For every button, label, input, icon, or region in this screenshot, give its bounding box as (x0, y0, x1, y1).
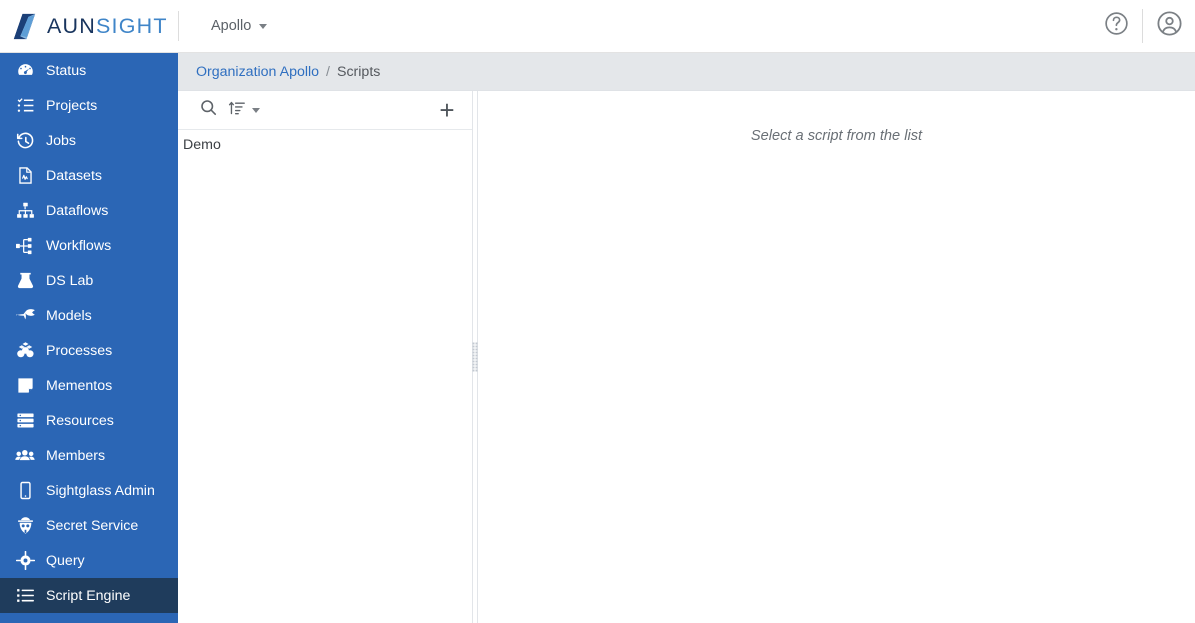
split-panes: + Demo Select a script from the list (178, 91, 1195, 623)
sidebar-item-label: Processes (46, 342, 113, 359)
sidebar-item-label: Models (46, 307, 92, 324)
sidebar-item-ds-lab[interactable]: DS Lab (0, 263, 178, 298)
sidebar-item-label: Dataflows (46, 202, 109, 219)
search-button[interactable] (195, 96, 221, 124)
sidebar-item-label: Mementos (46, 377, 113, 394)
sidebar-item-sightglass-admin[interactable]: Sightglass Admin (0, 473, 178, 508)
script-list-pane: + Demo (178, 91, 473, 623)
speedometer-icon (13, 61, 37, 81)
brand-logo[interactable]: AUN SIGHT (0, 0, 178, 53)
sidebar-item-label: Status (46, 62, 87, 79)
app-body: Status Projects Jobs Datasets Dataflows … (0, 53, 1195, 623)
aunsight-diamond-logo-icon (9, 11, 40, 42)
sidebar-item-projects[interactable]: Projects (0, 88, 178, 123)
organization-selector[interactable]: Apollo (199, 12, 279, 40)
breadcrumb: Organization Apollo / Scripts (178, 53, 1195, 91)
script-detail-pane: Select a script from the list (478, 91, 1195, 623)
sidebar-item-query[interactable]: Query (0, 543, 178, 578)
sticky-note-icon (13, 376, 37, 396)
pane-resize-handle[interactable] (472, 91, 478, 623)
brand-name-primary: AUN (47, 13, 96, 38)
sidebar-item-jobs[interactable]: Jobs (0, 123, 178, 158)
sort-ascending-icon (228, 99, 246, 122)
users-group-icon (13, 446, 37, 466)
sidebar-item-script-engine[interactable]: Script Engine (0, 578, 178, 613)
chevron-down-icon (252, 107, 260, 113)
cubes-icon (13, 341, 37, 361)
sidebar-item-processes[interactable]: Processes (0, 333, 178, 368)
add-script-button[interactable]: + (435, 96, 459, 124)
content-region: Organization Apollo / Scripts + Demo Sel… (178, 53, 1195, 623)
sidebar-item-models[interactable]: Models (0, 298, 178, 333)
sidebar-item-label: Projects (46, 97, 98, 114)
account-button[interactable] (1143, 0, 1195, 53)
help-button[interactable] (1090, 0, 1142, 53)
top-header-bar: AUN SIGHT Apollo (0, 0, 1195, 53)
list-item[interactable]: Demo (178, 130, 472, 160)
sidebar-item-datasets[interactable]: Datasets (0, 158, 178, 193)
plus-icon: + (439, 95, 455, 125)
brand-wordmark: AUN SIGHT (47, 14, 168, 39)
resize-grip-dots (472, 342, 478, 372)
help-circle-icon (1103, 10, 1130, 42)
empty-state-message: Select a script from the list (750, 128, 923, 144)
sitemap-icon (13, 201, 37, 221)
list-lines-icon (13, 586, 37, 606)
sidebar-item-label: Secret Service (46, 517, 139, 534)
document-chart-icon (13, 166, 37, 186)
list-item-label: Demo (183, 137, 221, 153)
crosshair-icon (13, 551, 37, 571)
sidebar-item-label: DS Lab (46, 272, 94, 289)
main-sidebar: Status Projects Jobs Datasets Dataflows … (0, 53, 178, 623)
sidebar-item-workflows[interactable]: Workflows (0, 228, 178, 263)
sidebar-filler (0, 613, 178, 623)
breadcrumb-link-organization[interactable]: Organization Apollo (196, 64, 319, 80)
nodes-branch-icon (16, 237, 32, 254)
sidebar-item-label: Script Engine (46, 587, 131, 604)
sidebar-item-label: Workflows (46, 237, 112, 254)
app-root: AUN SIGHT Apollo Status Projects Jobs Da… (0, 0, 1195, 623)
sidebar-item-mementos[interactable]: Mementos (0, 368, 178, 403)
script-list: Demo (178, 130, 472, 623)
chevron-down-icon (259, 23, 268, 29)
checklist-icon (13, 96, 37, 116)
user-circle-icon (1155, 9, 1184, 43)
breadcrumb-current-scripts: Scripts (337, 63, 381, 80)
sidebar-item-label: Datasets (46, 167, 102, 184)
mobile-device-icon (13, 481, 37, 501)
sidebar-item-members[interactable]: Members (0, 438, 178, 473)
rocket-icon (13, 306, 37, 326)
sidebar-item-dataflows[interactable]: Dataflows (0, 193, 178, 228)
sort-button[interactable] (228, 96, 260, 124)
header-divider (178, 11, 179, 41)
search-icon (199, 98, 218, 122)
sidebar-item-secret-service[interactable]: Secret Service (0, 508, 178, 543)
breadcrumb-separator: / (326, 63, 330, 80)
sidebar-item-resources[interactable]: Resources (0, 403, 178, 438)
spy-agent-icon (13, 516, 37, 536)
sidebar-item-label: Query (46, 552, 85, 569)
sidebar-item-label: Resources (46, 412, 114, 429)
sidebar-item-label: Sightglass Admin (46, 482, 155, 499)
server-stack-icon (13, 411, 37, 431)
sidebar-item-label: Members (46, 447, 106, 464)
sidebar-item-status[interactable]: Status (0, 53, 178, 88)
sidebar-item-label: Jobs (46, 132, 76, 149)
header-action-icons (1090, 0, 1195, 53)
history-clock-icon (13, 131, 37, 151)
organization-label: Apollo (211, 18, 252, 34)
brand-name-secondary: SIGHT (96, 13, 168, 38)
flask-icon (13, 271, 37, 291)
script-list-toolbar: + (178, 91, 472, 130)
